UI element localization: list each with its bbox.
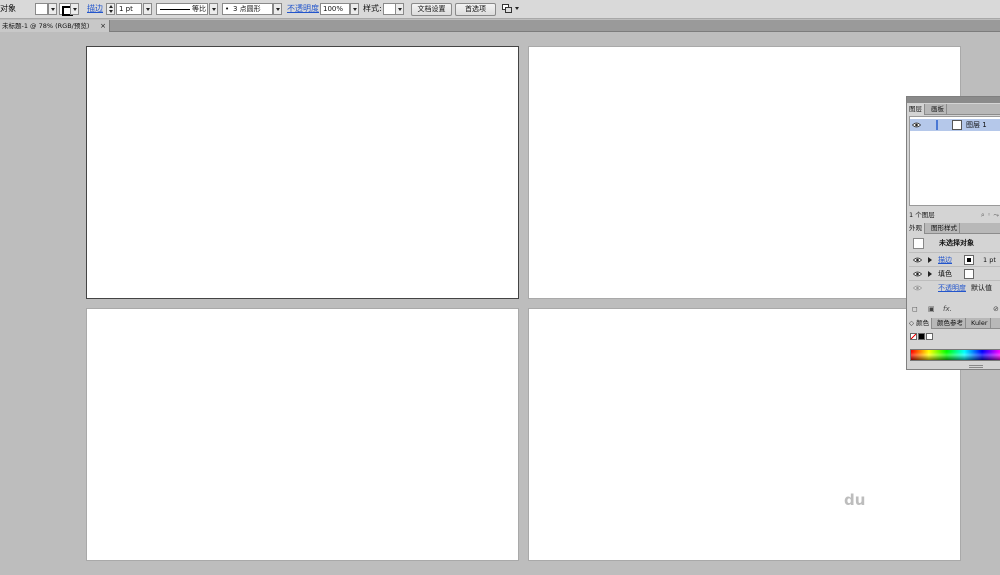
- fill-dropdown-icon[interactable]: [48, 3, 57, 15]
- selection-label: 对象: [0, 4, 16, 13]
- eye-icon[interactable]: [912, 270, 923, 279]
- appearance-title: 未选择对象: [939, 239, 974, 247]
- layer-count: 1 个图层: [909, 211, 935, 219]
- panel-resize-grip[interactable]: [969, 365, 983, 368]
- clear-appearance-icon[interactable]: ⊘: [993, 304, 999, 315]
- stroke-link[interactable]: 描边: [87, 4, 103, 14]
- layers-panel-tabs: 图层 画板: [907, 104, 1000, 115]
- layer-row[interactable]: 图层 1: [910, 119, 1000, 131]
- eye-icon[interactable]: [911, 121, 922, 130]
- stroke-profile-field[interactable]: 等比: [156, 3, 208, 15]
- appearance-stroke-row[interactable]: 描边 1 pt: [909, 252, 1000, 266]
- artboard-3[interactable]: [86, 308, 519, 561]
- layers-list: 图层 1: [909, 116, 1000, 206]
- graphic-style-dropdown-icon[interactable]: [395, 3, 404, 15]
- stroke-swatch[interactable]: [964, 255, 974, 265]
- add-stroke-icon[interactable]: ◻: [912, 304, 918, 315]
- none-swatch[interactable]: [910, 333, 917, 340]
- eye-icon: [912, 284, 923, 293]
- fill-swatch[interactable]: [964, 269, 974, 279]
- opacity-field[interactable]: 100%: [320, 3, 350, 15]
- watermark-du-text: du: [844, 491, 866, 509]
- appearance-opacity-value: 默认值: [971, 284, 992, 292]
- layers-footer: 1 个图层 ⌕ ◦ ⤳: [907, 209, 1000, 221]
- layers-footer-icons[interactable]: ⌕ ◦ ⤳: [981, 209, 999, 221]
- artboard-2[interactable]: [528, 46, 961, 299]
- appearance-thumbnail: [913, 238, 924, 249]
- expand-triangle-icon[interactable]: [928, 271, 932, 277]
- color-swatches: [910, 333, 950, 343]
- stroke-weight-spinner-icon[interactable]: [106, 3, 115, 15]
- layer-name: 图层 1: [966, 121, 987, 129]
- baidu-watermark: Bai 经验 du jingyan.baidu.com: [762, 470, 962, 560]
- color-panel-tabs: ◇ 颜色 颜色参考 Kuler: [907, 318, 1000, 329]
- tab-color-guide[interactable]: 颜色参考: [935, 318, 966, 329]
- appearance-panel-tabs: 外观 图形样式: [907, 223, 1000, 234]
- stroke-dropdown-icon[interactable]: [70, 3, 79, 15]
- document-tab-title: 未标题-1 @ 78% (RGB/预览): [2, 22, 90, 30]
- appearance-header: 未选择对象: [909, 236, 1000, 251]
- stroke-profile-label: 等比: [192, 5, 206, 13]
- document-setup-button[interactable]: 文档设置: [411, 3, 452, 16]
- arrange-documents-icon[interactable]: [502, 4, 512, 16]
- control-bar: 对象 描边 1 pt 等比 • 3 点圆形 不透明度 100% 样式: 文档设置…: [0, 0, 1000, 19]
- appearance-opacity-link[interactable]: 不透明度: [938, 283, 966, 293]
- brush-definition-label: 3 点圆形: [233, 5, 261, 13]
- black-swatch[interactable]: [918, 333, 925, 340]
- fill-swatch[interactable]: [35, 3, 48, 15]
- watermark-main-text: Bai 经验: [766, 488, 901, 528]
- tab-appearance[interactable]: 外观: [907, 223, 925, 234]
- stroke-weight-field[interactable]: 1 pt: [116, 3, 142, 15]
- tab-layers[interactable]: 图层: [907, 104, 925, 115]
- stroke-weight-dropdown-icon[interactable]: [143, 3, 152, 15]
- appearance-stroke-link[interactable]: 描边: [938, 255, 952, 265]
- watermark-url: jingyan.baidu.com: [766, 528, 905, 546]
- artboard-1[interactable]: [86, 46, 519, 299]
- tab-kuler[interactable]: Kuler: [969, 318, 991, 329]
- color-spectrum[interactable]: [910, 349, 1000, 361]
- brush-dropdown-icon[interactable]: [273, 3, 282, 15]
- layer-color-bar: [936, 120, 938, 130]
- stroke-line-preview: [160, 9, 190, 10]
- tab-color[interactable]: ◇ 颜色: [907, 318, 933, 329]
- tab-artboards[interactable]: 画板: [929, 104, 947, 115]
- appearance-footer: ◻ ▣ fx. ⊘: [907, 304, 1000, 315]
- close-icon[interactable]: ×: [100, 20, 106, 32]
- stroke-profile-dropdown-icon[interactable]: [209, 3, 218, 15]
- appearance-opacity-row[interactable]: 不透明度 默认值: [909, 280, 1000, 294]
- opacity-link[interactable]: 不透明度: [287, 4, 319, 14]
- add-fill-icon[interactable]: ▣: [928, 304, 935, 315]
- opacity-dropdown-icon[interactable]: [350, 3, 359, 15]
- expand-triangle-icon[interactable]: [928, 257, 932, 263]
- preferences-button[interactable]: 首选项: [455, 3, 496, 16]
- eye-icon[interactable]: [912, 256, 923, 265]
- brush-definition-field[interactable]: • 3 点圆形: [222, 3, 273, 15]
- tab-graphic-styles[interactable]: 图形样式: [929, 223, 960, 234]
- brush-dot-icon: •: [225, 5, 230, 13]
- white-swatch[interactable]: [926, 333, 933, 340]
- appearance-stroke-weight[interactable]: 1 pt: [983, 256, 996, 265]
- appearance-fill-label: 填色: [938, 270, 952, 278]
- appearance-fill-row[interactable]: 填色: [909, 266, 1000, 280]
- style-label: 样式:: [363, 4, 382, 13]
- document-tab-bar: 未标题-1 @ 78% (RGB/预览) ×: [0, 20, 1000, 32]
- document-tab[interactable]: 未标题-1 @ 78% (RGB/预览) ×: [0, 20, 110, 32]
- panel-dock: 图层 画板 图层 1 1 个图层 ⌕ ◦ ⤳ 外观 图形样式 未选择对象 描边 …: [906, 96, 1000, 370]
- arrange-dropdown-icon[interactable]: [515, 7, 519, 10]
- fx-icon[interactable]: fx.: [943, 304, 952, 315]
- dock-grip[interactable]: [907, 97, 1000, 103]
- layer-thumbnail: [952, 120, 962, 130]
